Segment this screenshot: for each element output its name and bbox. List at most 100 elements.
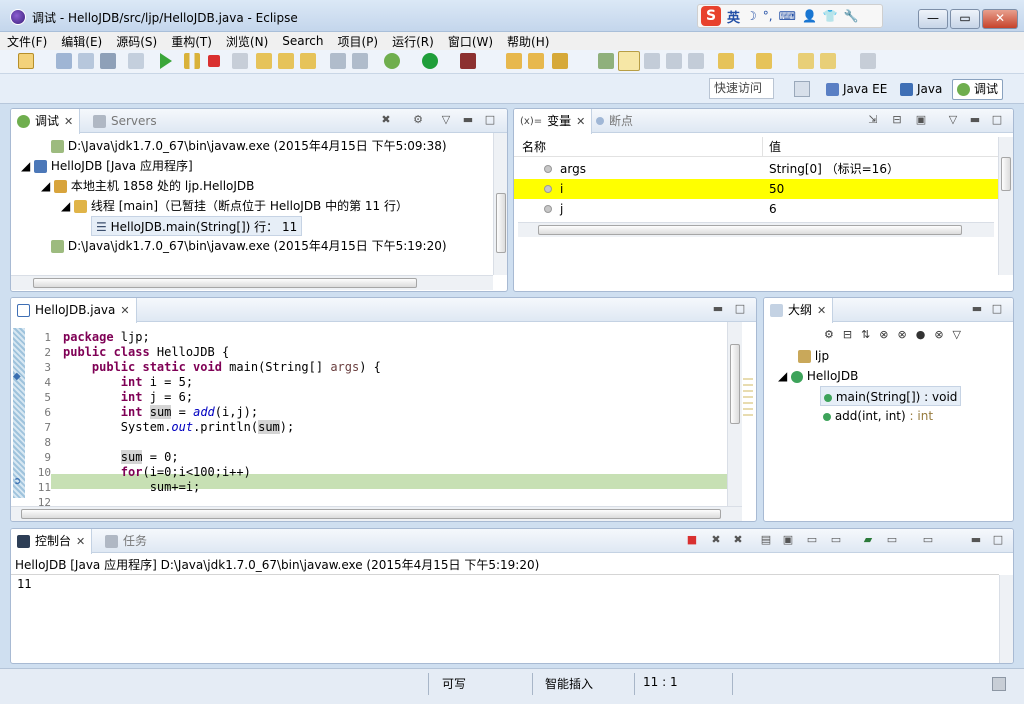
column-header-value[interactable]: 值 <box>769 137 781 157</box>
variables-vscroll[interactable] <box>998 137 1013 275</box>
scroll-thumb[interactable] <box>33 278 417 288</box>
outline-toolbar[interactable]: ⚙⊟⇅⊗⊗●⊗▽ <box>824 328 970 341</box>
skin-icon[interactable]: 👕 <box>823 9 838 23</box>
user-icon[interactable]: 👤 <box>802 9 817 23</box>
minimize-view-icon[interactable]: ▬ <box>969 534 983 548</box>
prev-annotation-icon[interactable] <box>756 53 772 69</box>
remove-all-terminated-icon[interactable]: ✖ <box>731 534 745 548</box>
variables-hscroll[interactable] <box>518 222 994 237</box>
table-row[interactable]: j 6 <box>514 199 998 219</box>
drop-to-frame-icon[interactable] <box>330 53 346 69</box>
tab-tasks[interactable]: 任务 <box>99 529 153 553</box>
debug-icon[interactable] <box>384 53 400 69</box>
terminate-icon[interactable]: ■ <box>685 534 699 548</box>
column-divider[interactable] <box>762 137 763 157</box>
run-icon[interactable] <box>422 53 438 69</box>
outline-item-method-add[interactable]: add(int, int) : int <box>823 406 933 426</box>
open-perspective-icon[interactable] <box>794 81 810 97</box>
tree-item-process[interactable]: D:\Java\jdk1.7.0_67\bin\javaw.exe (2015年… <box>51 136 447 156</box>
tree-item-stack-frame[interactable]: ☰ HelloJDB.main(String[]) 行： 11 <box>91 216 303 236</box>
back-icon[interactable] <box>798 53 814 69</box>
expand-arrow-icon[interactable]: ◢ <box>61 199 70 213</box>
minimize-view-icon[interactable]: ▬ <box>968 114 982 128</box>
resume-icon[interactable] <box>160 53 172 69</box>
step-over-icon[interactable] <box>278 53 294 69</box>
moon-icon[interactable]: ☽ <box>746 9 757 23</box>
open-resource-icon[interactable] <box>528 53 544 69</box>
display-console-icon[interactable]: ▭ <box>885 534 899 548</box>
expand-arrow-icon[interactable]: ◢ <box>41 179 50 193</box>
back-dropdown-icon[interactable] <box>820 53 836 69</box>
step-into-icon[interactable] <box>256 53 272 69</box>
punctuation-icon[interactable]: °, <box>763 9 773 23</box>
clear-console-icon[interactable]: ▤ <box>759 534 773 548</box>
ime-toolbar[interactable]: S 英 ☽ °, ⌨ 👤 👕 🔧 <box>697 4 883 28</box>
pin-console-icon[interactable]: ▰ <box>861 534 875 548</box>
next-annotation-icon[interactable] <box>718 53 734 69</box>
tab-hellojdb-java[interactable]: HelloJDB.java ✕ <box>11 298 137 323</box>
tree-item-thread[interactable]: ◢ 线程 [main]（已暂挂（断点位于 HelloJDB 中的第 11 行） <box>61 196 408 216</box>
table-row[interactable]: args String[0] （标识=16） <box>514 159 998 179</box>
block-selection-icon[interactable] <box>644 53 660 69</box>
tools-icon[interactable]: 🔧 <box>844 9 859 23</box>
minimize-view-icon[interactable]: ▬ <box>461 114 475 128</box>
menu-edit[interactable]: 编辑(E) <box>54 33 109 50</box>
disconnect-icon[interactable] <box>232 53 248 69</box>
code-area[interactable]: package ljp; public class HelloJDB { pub… <box>11 330 727 510</box>
tab-variables[interactable]: (x)= 变量 ✕ <box>514 109 593 134</box>
menu-run[interactable]: 运行(R) <box>385 33 441 50</box>
menu-help[interactable]: 帮助(H) <box>500 33 556 50</box>
outline-item-package[interactable]: ljp <box>798 346 829 366</box>
toggle-breakpoint-icon[interactable] <box>598 53 614 69</box>
open-console-icon[interactable]: ▭ <box>921 534 935 548</box>
editor-vscroll[interactable] <box>727 322 742 506</box>
close-button[interactable]: ✕ <box>982 9 1018 29</box>
expand-arrow-icon[interactable]: ◢ <box>778 369 787 383</box>
maximize-view-icon[interactable]: □ <box>991 534 1005 548</box>
overview-ruler[interactable] <box>743 378 753 418</box>
external-tools-icon[interactable] <box>460 53 476 69</box>
collapse-all-icon[interactable]: ⊟ <box>890 114 904 128</box>
maximize-view-icon[interactable]: □ <box>733 303 747 317</box>
show-type-names-icon[interactable]: ⇲ <box>866 114 880 128</box>
menu-refactor[interactable]: 重构(T) <box>164 33 219 50</box>
show-whitespace-icon[interactable] <box>666 53 682 69</box>
close-icon[interactable]: ✕ <box>576 110 585 133</box>
save-all-icon[interactable] <box>78 53 94 69</box>
progress-icon[interactable] <box>992 677 1006 691</box>
maximize-view-icon[interactable]: □ <box>990 303 1004 317</box>
maximize-view-icon[interactable]: □ <box>483 114 497 128</box>
scroll-thumb[interactable] <box>21 509 721 519</box>
maximize-button[interactable]: ▭ <box>950 9 980 29</box>
save-icon[interactable] <box>56 53 72 69</box>
remove-terminated-icon[interactable]: ✖ <box>379 114 393 128</box>
debug-hscroll[interactable] <box>11 275 493 290</box>
column-header-name[interactable]: 名称 <box>522 137 546 157</box>
suspend-icon[interactable] <box>184 53 200 69</box>
mark-occurrences-icon[interactable] <box>618 51 640 71</box>
sogou-logo-icon[interactable]: S <box>701 6 721 26</box>
perspective-debug[interactable]: 调试 <box>952 79 1004 100</box>
menu-source[interactable]: 源码(S) <box>109 33 164 50</box>
maximize-view-icon[interactable]: □ <box>990 114 1004 128</box>
tab-breakpoints[interactable]: 断点 <box>590 109 639 133</box>
scroll-thumb[interactable] <box>496 193 506 253</box>
search-icon[interactable] <box>552 53 568 69</box>
tab-debug[interactable]: 调试 ✕ <box>11 109 81 134</box>
close-icon[interactable]: ✕ <box>817 299 826 322</box>
editor-hscroll[interactable] <box>11 506 742 521</box>
menu-navigate[interactable]: 浏览(N) <box>219 33 275 50</box>
menu-window[interactable]: 窗口(W) <box>441 33 500 50</box>
perspective-java-ee[interactable]: Java EE <box>822 79 891 100</box>
minimize-button[interactable]: — <box>918 9 948 29</box>
tree-item-process[interactable]: D:\Java\jdk1.7.0_67\bin\javaw.exe (2015年… <box>51 236 447 256</box>
perspective-java[interactable]: Java <box>896 79 946 100</box>
close-icon[interactable]: ✕ <box>64 110 73 133</box>
scroll-lock-icon[interactable]: ▣ <box>781 534 795 548</box>
use-step-filters-icon[interactable] <box>352 53 368 69</box>
outline-item-class[interactable]: ◢ HelloJDB <box>778 366 858 386</box>
open-type-icon[interactable] <box>506 53 522 69</box>
chevron-down-icon[interactable]: ▽ <box>439 114 453 128</box>
menu-file[interactable]: 文件(F) <box>0 33 54 50</box>
minimize-view-icon[interactable]: ▬ <box>970 303 984 317</box>
